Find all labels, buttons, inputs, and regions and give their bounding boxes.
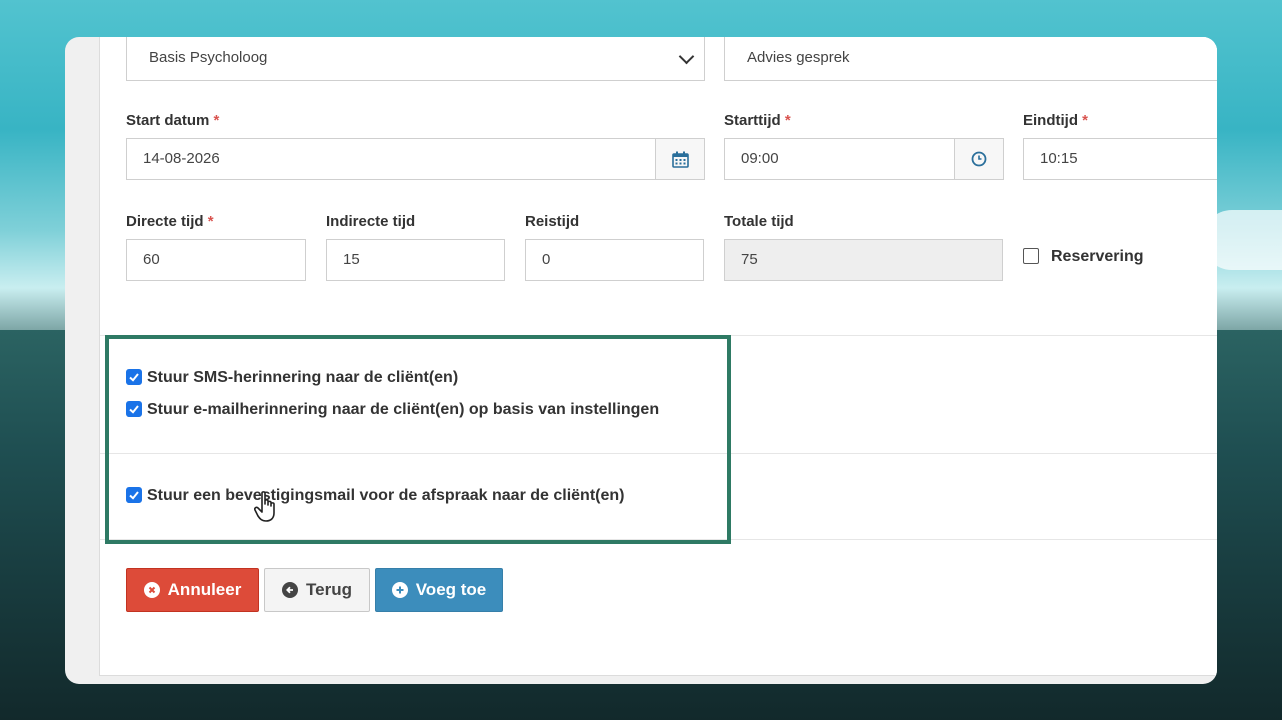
divider [100, 539, 1217, 540]
email-reminder-checkbox[interactable] [126, 401, 142, 417]
reservation-label: Reservering [1051, 248, 1144, 265]
start-time-value: 09:00 [741, 150, 779, 167]
add-button-label: Voeg toe [415, 580, 487, 599]
start-date-input[interactable]: 14-08-2026 [126, 138, 705, 180]
indirect-time-label: Indirecte tijd [326, 213, 416, 230]
arrow-left-circle-icon [282, 582, 299, 598]
psychologist-select-value: Basis Psycholoog [149, 49, 268, 66]
start-time-input[interactable]: 09:00 [724, 138, 1004, 180]
cancel-button[interactable]: Annuleer [126, 568, 259, 612]
indirect-time-input[interactable]: 15 [326, 239, 505, 281]
direct-time-label: Directe tijd * [126, 213, 214, 230]
checkmark-icon [129, 491, 139, 500]
checkmark-icon [129, 405, 139, 414]
confirmation-mail-checkbox[interactable] [126, 487, 142, 503]
calendar-button[interactable] [655, 139, 704, 179]
divider [100, 453, 1217, 454]
calendar-icon [671, 151, 689, 168]
divider [100, 335, 1217, 336]
start-date-value: 14-08-2026 [143, 150, 220, 167]
psychologist-select[interactable]: Basis Psycholoog [126, 37, 705, 81]
back-button-label: Terug [306, 580, 352, 599]
direct-time-input[interactable]: 60 [126, 239, 306, 281]
email-reminder-label: Stuur e-mailherinnering naar de cliënt(e… [147, 401, 660, 418]
clock-icon [971, 151, 987, 167]
hand-cursor-icon [254, 491, 275, 522]
appointment-type-field[interactable]: Advies gesprek [724, 37, 1217, 81]
plus-circle-icon [391, 582, 408, 598]
total-time-value: 75 [741, 251, 758, 268]
close-circle-icon [143, 582, 160, 598]
travel-time-label: Reistijd [525, 213, 580, 230]
end-time-input[interactable]: 10:15 [1023, 138, 1217, 180]
indirect-time-value: 15 [343, 251, 360, 268]
confirmation-mail-label: Stuur een bevestigingsmail voor de afspr… [147, 487, 625, 504]
add-button[interactable]: Voeg toe [375, 568, 503, 612]
appointment-form: Basis Psycholoog Advies gesprek Start da… [99, 37, 1217, 676]
direct-time-value: 60 [143, 251, 160, 268]
checkmark-icon [129, 373, 139, 382]
sms-reminder-label: Stuur SMS-herinnering naar de cliënt(en) [147, 369, 459, 386]
appointment-type-value: Advies gesprek [747, 49, 850, 66]
end-time-label: Eindtijd * [1023, 112, 1089, 129]
travel-time-input[interactable]: 0 [525, 239, 704, 281]
total-time-label: Totale tijd [724, 213, 794, 230]
end-time-value: 10:15 [1040, 150, 1078, 167]
back-button[interactable]: Terug [264, 568, 370, 612]
app-window: Basis Psycholoog Advies gesprek Start da… [65, 37, 1217, 684]
total-time-input: 75 [724, 239, 1003, 281]
travel-time-value: 0 [542, 251, 551, 268]
start-date-label: Start datum * [126, 112, 220, 129]
start-time-label: Starttijd * [724, 112, 791, 129]
sms-reminder-checkbox[interactable] [126, 369, 142, 385]
cancel-button-label: Annuleer [167, 580, 242, 599]
chevron-down-icon [678, 48, 695, 65]
reservation-checkbox[interactable] [1023, 248, 1039, 264]
time-picker-button[interactable] [954, 139, 1003, 179]
